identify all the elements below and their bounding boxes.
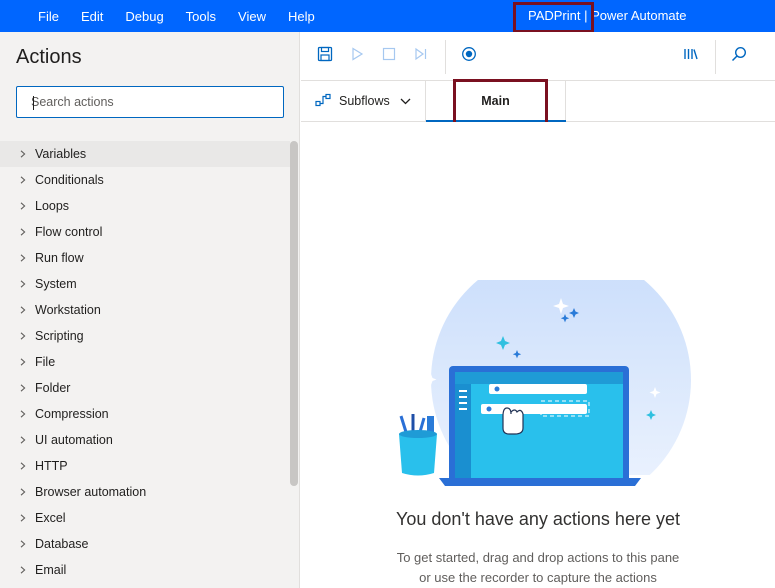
recorder-button[interactable] [459, 46, 479, 66]
title-bar: File Edit Debug Tools View Help PADPrint… [0, 0, 775, 32]
flow-designer-canvas[interactable]: You don't have any actions here yet To g… [301, 122, 775, 588]
action-category-folder[interactable]: Folder [0, 375, 290, 401]
action-category-label: System [35, 277, 77, 291]
save-icon [317, 46, 333, 67]
chevron-down-icon [400, 94, 411, 108]
text-caret [33, 96, 34, 110]
action-category-email[interactable]: Email [0, 557, 290, 583]
search-icon [731, 46, 747, 67]
chevron-right-icon [0, 540, 35, 548]
menu-view[interactable]: View [230, 9, 274, 24]
toolbar-separator [445, 40, 446, 74]
chevron-right-icon [0, 332, 35, 340]
action-category-label: HTTP [35, 459, 68, 473]
actions-panel: Actions Variables Conditionals Loops Flow c… [0, 32, 300, 588]
menu-bar: File Edit Debug Tools View Help [30, 0, 329, 32]
toolbar-separator [715, 40, 716, 74]
action-category-list: Variables Conditionals Loops Flow control Ru… [0, 141, 290, 583]
action-category-run-flow[interactable]: Run flow [0, 245, 290, 271]
action-category-label: Loops [35, 199, 70, 213]
chevron-right-icon [0, 410, 35, 418]
run-icon [350, 46, 364, 66]
action-category-system[interactable]: System [0, 271, 290, 297]
empty-state-illustration [391, 280, 691, 490]
action-category-compression[interactable]: Compression [0, 401, 290, 427]
action-category-label: Browser automation [35, 485, 147, 499]
empty-state-line-2: or use the recorder to capture the actio… [419, 570, 657, 585]
action-category-label: File [35, 355, 56, 369]
chevron-right-icon [0, 436, 35, 444]
action-category-file[interactable]: File [0, 349, 290, 375]
next-step-button[interactable] [411, 46, 431, 66]
action-category-label: Compression [35, 407, 109, 421]
empty-state-description: To get started, drag and drop actions to… [301, 548, 775, 588]
action-category-label: Workstation [35, 303, 101, 317]
menu-tools[interactable]: Tools [178, 9, 224, 24]
action-category-label: UI automation [35, 433, 113, 447]
recorder-icon [461, 46, 477, 67]
stop-icon [382, 47, 396, 66]
action-category-label: Conditionals [35, 173, 104, 187]
action-category-conditionals[interactable]: Conditionals [0, 167, 290, 193]
action-category-scripting[interactable]: Scripting [0, 323, 290, 349]
chevron-right-icon [0, 176, 35, 184]
action-category-browser-automation[interactable]: Browser automation [0, 479, 290, 505]
actions-panel-title: Actions [16, 46, 82, 68]
subflows-icon [315, 93, 331, 110]
pencil-cup-icon [399, 414, 437, 476]
next-step-icon [414, 47, 428, 66]
action-category-label: Database [35, 537, 89, 551]
chevron-right-icon [0, 488, 35, 496]
subflows-dropdown[interactable]: Subflows [301, 81, 426, 121]
action-category-variables[interactable]: Variables [0, 141, 290, 167]
action-category-label: Variables [35, 147, 87, 161]
chevron-right-icon [0, 384, 35, 392]
chevron-right-icon [0, 306, 35, 314]
menu-debug[interactable]: Debug [117, 9, 171, 24]
run-button[interactable] [347, 46, 367, 66]
search-box[interactable] [16, 86, 284, 118]
action-category-label: Folder [35, 381, 71, 395]
subflows-label: Subflows [339, 94, 390, 108]
action-category-label: Flow control [35, 225, 103, 239]
actions-scrollbar[interactable] [290, 141, 298, 486]
action-category-ui-automation[interactable]: UI automation [0, 427, 290, 453]
title-highlight-box [513, 2, 594, 33]
action-category-http[interactable]: HTTP [0, 453, 290, 479]
action-category-label: Excel [35, 511, 66, 525]
designer-toolbar [301, 32, 775, 81]
chevron-right-icon [0, 462, 35, 470]
laptop-icon [439, 366, 641, 486]
empty-state-title: You don't have any actions here yet [396, 509, 680, 529]
action-category-flow-control[interactable]: Flow control [0, 219, 290, 245]
empty-state-line-1: To get started, drag and drop actions to… [396, 550, 680, 565]
menu-file[interactable]: File [30, 9, 67, 24]
search-actions-input[interactable] [17, 87, 283, 117]
action-category-excel[interactable]: Excel [0, 505, 290, 531]
variables-button[interactable] [681, 46, 701, 66]
chevron-right-icon [0, 566, 35, 574]
action-category-label: Run flow [35, 251, 84, 265]
action-category-loops[interactable]: Loops [0, 193, 290, 219]
action-category-label: Email [35, 563, 67, 577]
action-category-label: Scripting [35, 329, 84, 343]
variables-icon [683, 46, 699, 67]
menu-edit[interactable]: Edit [73, 9, 111, 24]
chevron-right-icon [0, 358, 35, 366]
stop-button[interactable] [379, 46, 399, 66]
chevron-right-icon [0, 254, 35, 262]
chevron-right-icon [0, 150, 35, 158]
chevron-right-icon [0, 280, 35, 288]
save-button[interactable] [315, 46, 335, 66]
search-button[interactable] [729, 46, 749, 66]
action-category-database[interactable]: Database [0, 531, 290, 557]
action-category-workstation[interactable]: Workstation [0, 297, 290, 323]
chevron-right-icon [0, 202, 35, 210]
menu-help[interactable]: Help [280, 9, 323, 24]
chevron-right-icon [0, 514, 35, 522]
chevron-right-icon [0, 228, 35, 236]
